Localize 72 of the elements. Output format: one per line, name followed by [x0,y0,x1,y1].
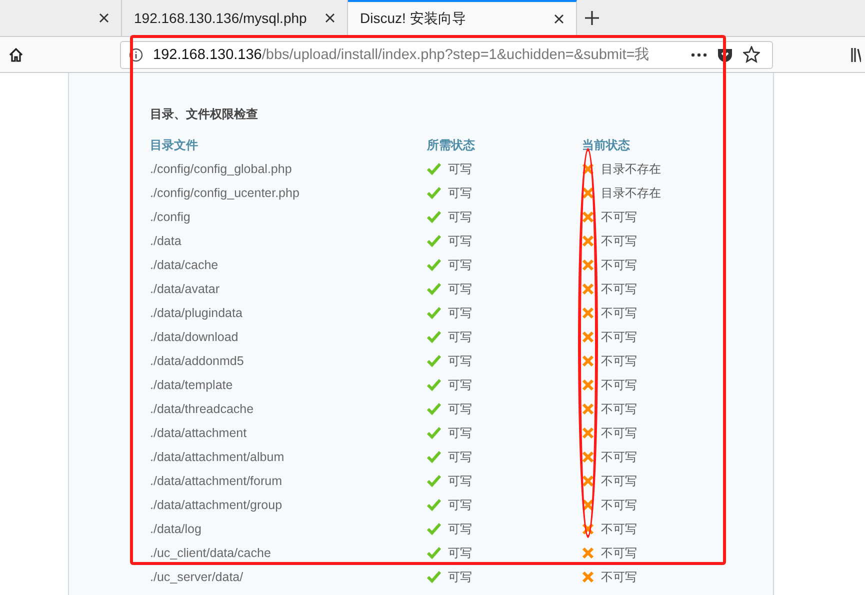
close-icon[interactable] [325,13,335,23]
status-text: 不可写 [601,544,637,562]
section-title: 目录、文件权限检查 [150,106,259,123]
directory-path: ./data/attachment [150,426,248,440]
status-text: 可写 [448,472,472,490]
more-icon[interactable] [691,52,707,56]
status-text: 目录不存在 [601,160,661,178]
status-text: 可写 [448,544,472,562]
status-text: 可写 [448,328,472,346]
shield-icon[interactable] [717,46,733,62]
directory-path: ./data/avatar [150,282,220,296]
directory-path: ./config/config_global.php [150,162,293,176]
status-text: 可写 [448,280,472,298]
address-bar[interactable]: 192.168.130.136/bbs/upload/install/index.php?step=1&uchidden=&submit=我 [120,40,773,68]
directory-path: ./config [150,210,192,224]
directory-path: ./uc_server/data/ [150,570,244,584]
status-text: 可写 [448,160,472,178]
status-text: 可写 [448,256,472,274]
status-text: 不可写 [601,256,637,274]
status-text: 可写 [448,232,472,250]
star-icon[interactable] [743,46,760,63]
info-icon[interactable] [129,48,143,62]
status-text: 不可写 [601,232,637,250]
status-text: 可写 [448,352,472,370]
status-text: 不可写 [601,448,637,466]
status-text: 可写 [448,520,472,538]
status-text: 不可写 [601,568,637,586]
status-text: 可写 [448,496,472,514]
status-text: 不可写 [601,496,637,514]
column-header: 所需状态 [427,136,476,154]
directory-path: ./data/attachment/forum [150,474,284,488]
status-text: 不可写 [601,304,637,322]
status-text: 可写 [448,304,472,322]
directory-path: ./data/template [150,378,234,392]
browser-tab[interactable]: Discuz! 安装向导 [348,0,577,36]
new-tab-icon[interactable] [585,11,599,25]
status-text: 可写 [448,448,472,466]
status-text: 不可写 [601,424,637,442]
column-header: 目录文件 [150,136,199,154]
status-text: 可写 [448,424,472,442]
directory-path: ./data/attachment/group [150,498,284,512]
directory-path: ./data [150,234,182,248]
directory-path: ./data/download [150,330,240,344]
home-icon[interactable] [8,46,24,62]
directory-path: ./data/cache [150,258,220,272]
directory-path: ./data/log [150,522,202,536]
status-text: 不可写 [601,280,637,298]
status-text: 不可写 [601,520,637,538]
status-text: 可写 [448,376,472,394]
status-text: 可写 [448,400,472,418]
status-text: 可写 [448,184,472,202]
directory-path: ./data/threadcache [150,402,255,416]
status-text: 不可写 [601,400,637,418]
tab-title: Discuz! 安装向导 [360,10,466,28]
tab-title: 192.168.130.136/mysql.php [134,10,307,26]
directory-path: ./config/config_ucenter.php [150,186,300,200]
status-text: 目录不存在 [601,184,661,202]
status-text: 不可写 [601,376,637,394]
status-text: 不可写 [601,472,637,490]
directory-path: ./data/addonmd5 [150,354,245,368]
close-icon[interactable] [554,14,564,24]
directory-path: ./uc_client/data/cache [150,546,272,560]
directory-path: ./data/plugindata [150,306,244,320]
directory-path: ./data/attachment/album [150,450,286,464]
close-icon[interactable] [99,13,109,23]
column-header: 当前状态 [582,136,631,154]
status-text: 可写 [448,568,472,586]
library-icon[interactable] [851,46,861,62]
status-text: 不可写 [601,352,637,370]
status-text: 不可写 [601,328,637,346]
status-text: 不可写 [601,208,637,226]
status-text: 可写 [448,208,472,226]
